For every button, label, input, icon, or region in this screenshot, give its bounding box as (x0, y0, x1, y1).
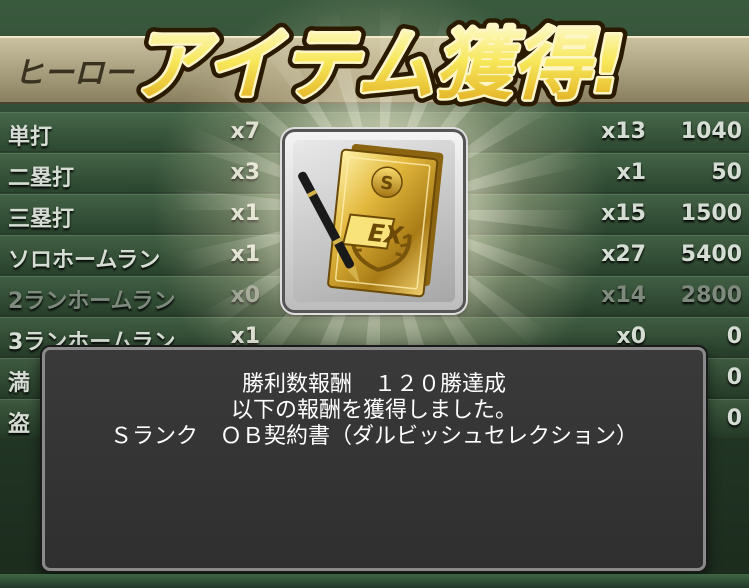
ex-contract-card-icon: S EX (298, 143, 444, 298)
stat-row-right-points: 1040 (680, 119, 742, 144)
item-acquired-title: アイテム獲得! アイテム獲得! アイテム獲得! (123, 14, 633, 116)
stat-row-label: 盗 (8, 412, 31, 437)
reward-item-slot: S EX (293, 140, 455, 302)
dialog-line-reward-item: Ｓランク ＯＢ契約書（ダルビッシュセレクション） (109, 424, 638, 449)
stat-row-label: 単打 (8, 125, 53, 150)
game-screen: 単打x7x131040二塁打x3x150三塁打x1x151500ソロホームランx… (0, 0, 749, 588)
dialog-line-achievement: 勝利数報酬 １２０勝達成 (241, 372, 506, 397)
stat-row-right-points: 5400 (680, 242, 742, 267)
reward-item-frame: S EX (285, 132, 463, 310)
stat-row-right-points: 50 (711, 160, 742, 185)
stat-row-label: 満 (8, 371, 31, 396)
card-mark: EX (367, 219, 406, 251)
stat-row-label: 二塁打 (8, 166, 75, 191)
stat-row-right-points: 1500 (680, 201, 742, 226)
stat-row-label: ソロホームラン (8, 248, 161, 273)
stat-row-label: 三塁打 (8, 207, 75, 232)
title-text: アイテム獲得! (130, 21, 626, 111)
bottom-total-bar (0, 574, 749, 588)
dialog-line-acquired: 以下の報酬を獲得しました。 (230, 398, 517, 423)
stat-row-right-points: 2800 (680, 283, 742, 308)
stat-row-right-points: 0 (726, 324, 742, 349)
reward-message-dialog[interactable]: 勝利数報酬 １２０勝達成 以下の報酬を獲得しました。 Ｓランク ＯＢ契約書（ダル… (42, 347, 706, 571)
card-seal-letter: S (379, 173, 394, 195)
